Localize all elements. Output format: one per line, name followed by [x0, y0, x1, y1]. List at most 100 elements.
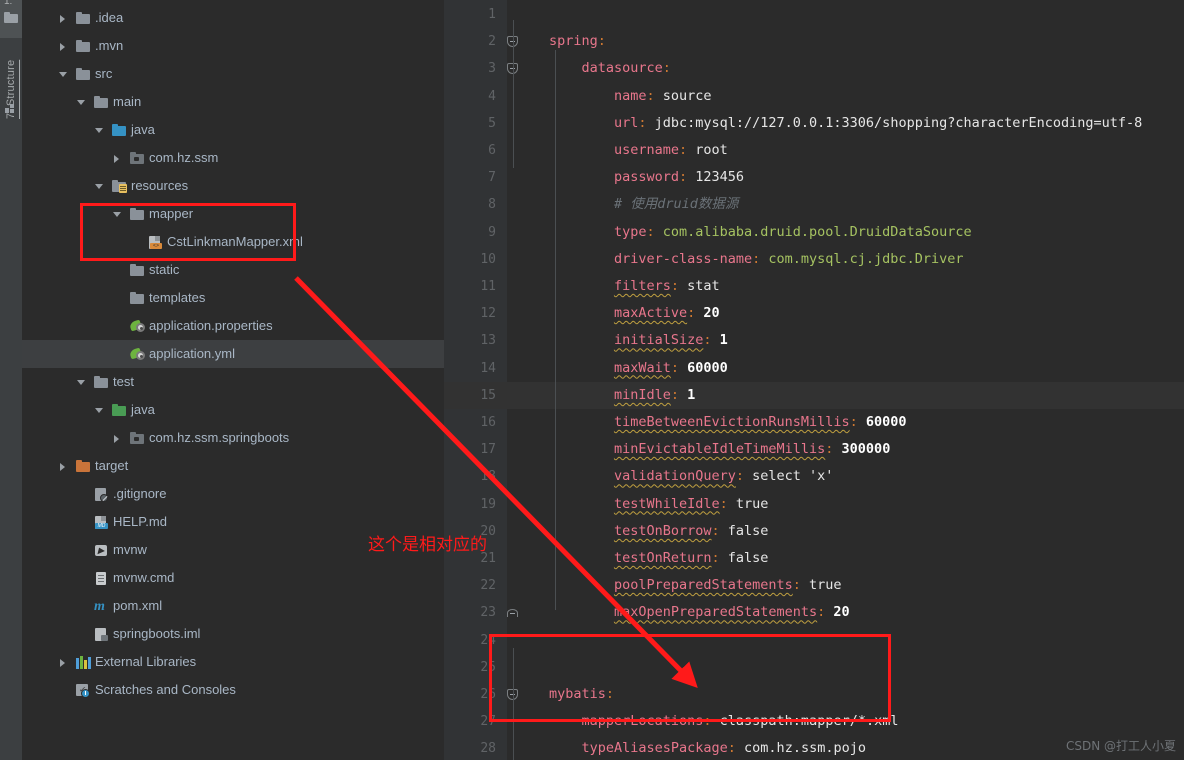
- tree-item-external-libraries[interactable]: External Libraries: [22, 648, 444, 676]
- tree-item-springboots-iml[interactable]: springboots.iml: [22, 620, 444, 648]
- ide-window: 1: 7: Structure .idea .mvn src main java com.…: [0, 0, 1184, 760]
- folder-icon: [130, 264, 145, 277]
- tree-item-cstlinkmanmapper-xml[interactable]: <> CstLinkmanMapper.xml: [22, 228, 444, 256]
- editor-line-26[interactable]: 26 mybatis:: [444, 681, 1184, 708]
- code-text: maxOpenPreparedStatements: 20: [614, 599, 850, 626]
- code-token: 1: [679, 386, 696, 403]
- tree-item-label: .idea: [95, 10, 124, 25]
- tree-item-static[interactable]: static: [22, 256, 444, 284]
- editor-line-24[interactable]: 24: [444, 627, 1184, 654]
- code-token: initialSize: [613, 332, 704, 349]
- line-number: 4: [488, 88, 496, 104]
- tree-item-mvn[interactable]: .mvn: [22, 32, 444, 60]
- tool-window-button-structure[interactable]: 7: Structure: [0, 44, 22, 134]
- tree-item-label: Scratches and Consoles: [95, 682, 236, 697]
- project-tree-panel[interactable]: .idea .mvn src main java com.hz.ssm resources m…: [22, 0, 444, 760]
- tree-item-application-properties[interactable]: application.properties: [22, 312, 444, 340]
- tree-item-scratches-and-consoles[interactable]: ✓ Scratches and Consoles: [22, 676, 444, 704]
- code-text: filters: stat: [614, 273, 720, 300]
- tree-item-label: application.properties: [149, 318, 273, 333]
- tree-item-label: com.hz.ssm.springboots: [149, 430, 290, 445]
- editor-line-1[interactable]: 1: [444, 1, 1184, 28]
- code-token: true: [727, 495, 769, 512]
- code-token: 20: [825, 604, 850, 621]
- tree-item-idea[interactable]: .idea: [22, 4, 444, 32]
- code-token: testOnBorrow: [613, 522, 712, 539]
- folder-icon: [76, 12, 91, 25]
- chevron-down-icon[interactable]: [95, 184, 103, 189]
- code-text: spring:: [549, 28, 606, 55]
- resources-folder-icon: [112, 180, 127, 193]
- code-text: type: com.alibaba.druid.pool.DruidDataSo…: [614, 219, 972, 246]
- code-token: :: [678, 169, 688, 186]
- line-number: 28: [480, 741, 496, 757]
- line-number: 16: [480, 415, 496, 430]
- tree-item-mapper[interactable]: mapper: [22, 200, 444, 228]
- line-number: 23: [480, 605, 496, 621]
- tree-item-target[interactable]: target: [22, 452, 444, 480]
- line-number: 26: [480, 687, 496, 702]
- chevron-down-icon[interactable]: [113, 212, 121, 217]
- tree-item-test[interactable]: test: [22, 368, 444, 396]
- tree-item-label: main: [113, 94, 142, 109]
- xml-file-icon: <>: [148, 236, 163, 249]
- code-token: com.alibaba.druid.pool.DruidDataSource: [654, 223, 972, 240]
- code-token: com.mysql.cj.jdbc.Driver: [760, 250, 964, 267]
- line-number: 11: [480, 279, 496, 294]
- code-text: minIdle: 1: [614, 382, 695, 409]
- chevron-right-icon[interactable]: [60, 463, 65, 471]
- code-token: :: [605, 686, 615, 702]
- code-text: password: 123456: [614, 164, 744, 191]
- line-number: 27: [480, 714, 496, 730]
- line-number: 9: [488, 224, 496, 240]
- chevron-right-icon[interactable]: [60, 659, 65, 667]
- code-text: timeBetweenEvictionRunsMillis: 60000: [614, 409, 907, 436]
- chevron-down-icon[interactable]: [77, 100, 85, 105]
- tree-item-pom-xml[interactable]: m pom.xml: [22, 592, 444, 620]
- code-token: 1: [711, 332, 728, 349]
- tree-item-label: mvnw.cmd: [113, 570, 175, 585]
- code-token: 123456: [687, 169, 745, 186]
- code-token: # 使用druid数据源: [613, 196, 739, 213]
- editor-line-27[interactable]: 27 mapperLocations: classpath:mapper/*.xm…: [444, 708, 1184, 735]
- chevron-down-icon[interactable]: [77, 380, 85, 385]
- code-token: :: [670, 359, 679, 376]
- tree-item-templates[interactable]: templates: [22, 284, 444, 312]
- code-token: :: [849, 414, 858, 430]
- code-editor[interactable]: 1 2 spring: 3 datasource: 4 name: source 5 url: …: [444, 0, 1184, 760]
- tree-item-application-yml[interactable]: application.yml: [22, 340, 444, 368]
- indent-guide-1: [513, 648, 514, 760]
- indent-guide-0: [513, 20, 514, 168]
- tree-item-gitignore[interactable]: .gitignore: [22, 480, 444, 508]
- tree-item-label: src: [95, 66, 113, 81]
- code-token: :: [662, 60, 671, 77]
- tree-item-com-hz-ssm-springboots[interactable]: com.hz.ssm.springboots: [22, 424, 444, 452]
- tree-item-resources[interactable]: resources: [22, 172, 444, 200]
- chevron-down-icon[interactable]: [95, 408, 103, 413]
- chevron-down-icon[interactable]: [95, 128, 103, 133]
- tree-item-mvnw-cmd[interactable]: mvnw.cmd: [22, 564, 444, 592]
- chevron-right-icon[interactable]: [114, 155, 119, 163]
- code-token: :: [735, 468, 745, 485]
- tree-item-src[interactable]: src: [22, 60, 444, 88]
- chevron-down-icon[interactable]: [59, 72, 67, 77]
- tree-item-com-hz-ssm[interactable]: com.hz.ssm: [22, 144, 444, 172]
- chevron-right-icon[interactable]: [60, 43, 65, 51]
- code-text: mybatis:: [549, 681, 614, 708]
- chevron-right-icon[interactable]: [60, 15, 65, 23]
- spring-config-icon: [128, 319, 146, 333]
- tree-item-java[interactable]: java: [22, 116, 444, 144]
- tool-window-button-project[interactable]: 1:: [0, 0, 22, 38]
- tree-item-java[interactable]: java: [22, 396, 444, 424]
- code-token: :: [597, 33, 606, 50]
- code-token: :: [792, 577, 801, 594]
- code-token: classpath:mapper/*.xml: [711, 713, 899, 730]
- chevron-right-icon[interactable]: [114, 435, 119, 443]
- tree-item-main[interactable]: main: [22, 88, 444, 116]
- editor-line-25[interactable]: 25: [444, 654, 1184, 681]
- structure-bars-icon: [5, 104, 16, 113]
- fold-end-marker[interactable]: [507, 609, 518, 618]
- gitignore-file-icon: [94, 488, 109, 502]
- code-token: url: [613, 114, 639, 131]
- code-token: datasource: [581, 60, 663, 77]
